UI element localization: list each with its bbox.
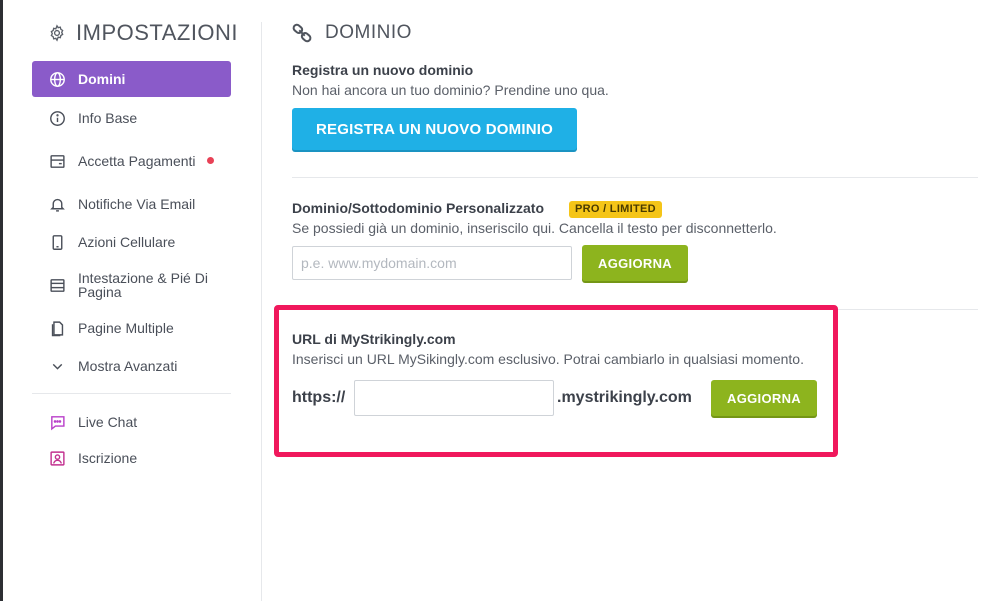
register-title: Registra un nuovo dominio <box>292 62 474 78</box>
globe-icon <box>49 71 66 88</box>
sidebar-item-azioni-cellulare[interactable]: Azioni Cellulare <box>32 233 231 251</box>
sidebar-item-iscrizione[interactable]: Iscrizione <box>32 449 231 467</box>
update-custom-domain-button[interactable]: AGGIORNA <box>582 245 688 281</box>
sidebar-header: IMPOSTAZIONI <box>48 20 238 46</box>
sidebar-item-label: Iscrizione <box>78 450 138 466</box>
pages-icon <box>49 320 66 337</box>
update-strikingly-url-button[interactable]: AGGIORNA <box>711 380 817 416</box>
sidebar-item-label: Notifiche Via Email <box>78 196 196 212</box>
sidebar-item-live-chat[interactable]: Live Chat <box>32 413 231 431</box>
gear-icon <box>50 24 64 42</box>
sidebar-item-label: Mostra Avanzati <box>78 358 178 374</box>
main-header: DOMINIO <box>291 22 412 44</box>
sidebar-item-mostra-avanzati[interactable]: Mostra Avanzati <box>32 357 231 375</box>
strikingly-url-desc: Inserisci un URL MySikingly.com esclusiv… <box>292 351 804 367</box>
sidebar-item-pagine-multiple[interactable]: Pagine Multiple <box>32 319 231 337</box>
sidebar-item-label: Live Chat <box>78 414 138 430</box>
url-suffix: .mystrikingly.com <box>557 389 692 406</box>
sidebar-title: IMPOSTAZIONI <box>76 20 239 45</box>
register-domain-button[interactable]: REGISTRA UN NUOVO DOMINIO <box>292 108 577 150</box>
register-desc: Non hai ancora un tuo dominio? Prendine … <box>292 82 609 98</box>
settings-sidebar: IMPOSTAZIONI Domini Info Base Accetta Pa… <box>30 0 238 601</box>
pro-limited-badge: PRO / LIMITED <box>569 201 662 218</box>
sidebar-item-label: Domini <box>78 71 126 87</box>
sidebar-item-intestazione[interactable]: Intestazione & Pié Di Pagina <box>32 271 231 299</box>
link-icon <box>292 23 312 43</box>
info-icon <box>49 110 66 127</box>
mobile-icon <box>49 234 66 251</box>
sidebar-item-label: Azioni Cellulare <box>78 234 176 250</box>
sidebar-item-label: Accetta Pagamenti <box>78 153 196 169</box>
sidebar-divider <box>32 393 231 394</box>
sidebar-item-info-base[interactable]: Info Base <box>32 109 231 127</box>
strikingly-url-title: URL di MyStrikingly.com <box>292 331 456 347</box>
domain-settings-panel: DOMINIO Registra un nuovo dominio Non ha… <box>262 0 992 601</box>
sidebar-item-domini[interactable]: Domini <box>32 61 231 97</box>
custom-domain-desc: Se possiedi già un dominio, inseriscilo … <box>292 220 777 236</box>
custom-domain-input[interactable] <box>292 246 572 280</box>
section-divider <box>292 177 978 178</box>
sidebar-item-accetta-pagamenti[interactable]: Accetta Pagamenti <box>32 147 231 175</box>
window-edge <box>0 0 3 601</box>
sidebar-item-notifiche-email[interactable]: Notifiche Via Email <box>32 195 231 213</box>
chevron-down-icon <box>49 358 66 375</box>
sidebar-item-label: Pagine Multiple <box>78 320 174 336</box>
url-prefix: https:// <box>292 389 346 406</box>
sidebar-item-label: Intestazione & Pié Di Pagina <box>78 270 208 300</box>
signup-icon <box>49 450 66 467</box>
bell-icon <box>49 196 66 213</box>
sidebar-item-label: Info Base <box>78 110 138 126</box>
page-title: DOMINIO <box>325 22 412 43</box>
notification-dot <box>207 157 214 164</box>
chat-icon <box>49 414 66 431</box>
custom-domain-title: Dominio/Sottodominio Personalizzato <box>292 200 544 216</box>
payment-icon <box>49 153 66 170</box>
layout-icon <box>49 277 66 294</box>
strikingly-subdomain-input[interactable] <box>354 380 554 416</box>
